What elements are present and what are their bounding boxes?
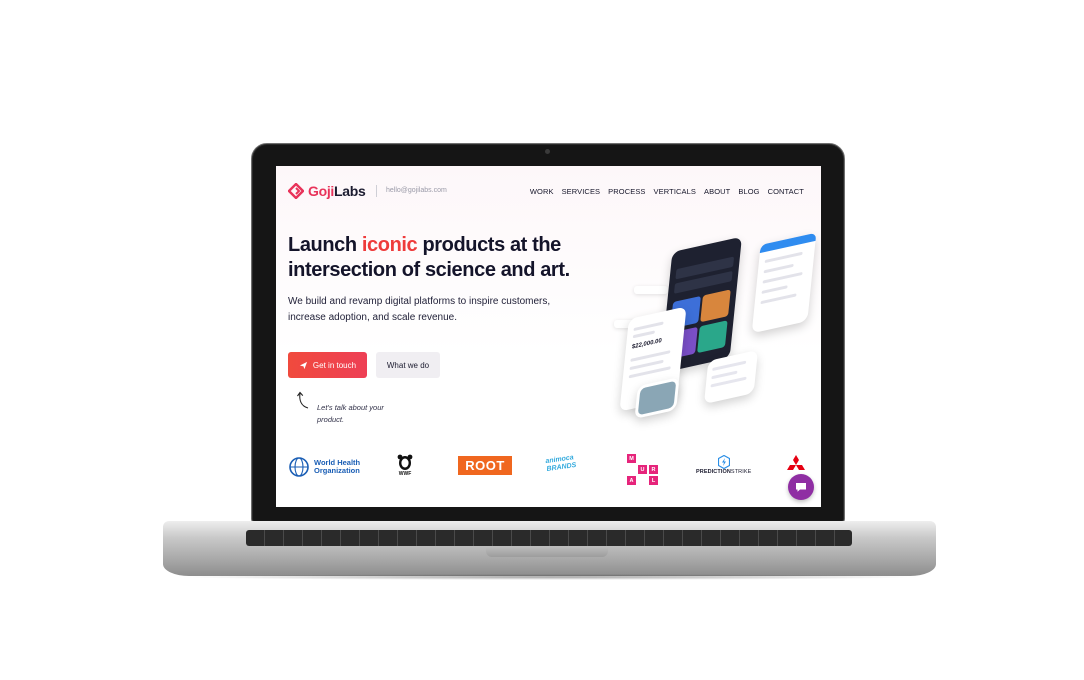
contact-email-link[interactable]: hello@gojilabs.com — [386, 187, 447, 194]
client-logo-root: ROOT — [458, 456, 512, 475]
what-we-do-button[interactable]: What we do — [376, 352, 440, 378]
who-name: World Health Organization — [314, 458, 361, 475]
globe-icon — [289, 457, 309, 477]
nav-about[interactable]: ABOUT — [704, 187, 730, 196]
talk-note: Let's talk about your product. — [317, 403, 384, 424]
nav-work[interactable]: WORK — [530, 187, 554, 196]
laptop-shadow — [175, 574, 925, 580]
webcam — [545, 149, 550, 154]
nav-process[interactable]: PROCESS — [608, 187, 645, 196]
chat-widget-button[interactable] — [788, 474, 814, 500]
mockup-leaderboard-card — [751, 232, 817, 334]
lightning-shield-icon — [717, 455, 730, 469]
hero-title: Launch iconic products at the intersecti… — [288, 234, 570, 281]
brand-logo[interactable]: GojiLabs — [288, 183, 366, 199]
nav-verticals[interactable]: VERTICALS — [654, 187, 696, 196]
header-divider — [376, 185, 377, 197]
mockup-chip — [634, 286, 668, 294]
hero-subtitle: We build and revamp digital platforms to… — [288, 296, 551, 323]
panda-icon — [397, 454, 413, 470]
curved-arrow-icon — [297, 391, 309, 409]
laptop-trackpad — [486, 548, 608, 557]
nav-blog[interactable]: BLOG — [738, 187, 759, 196]
client-logo-animoca: animoca BRANDS — [545, 454, 577, 474]
paper-plane-icon — [299, 361, 308, 369]
client-logo-who: World Health Organization — [288, 456, 360, 478]
laptop-screen: GojiLabs hello@gojilabs.com WORK SERVICE… — [276, 166, 821, 507]
main-nav: WORK SERVICES PROCESS VERTICALS ABOUT BL… — [530, 187, 804, 196]
brand-name: GojiLabs — [308, 183, 366, 199]
client-logo-wwf: WWF — [396, 453, 414, 477]
chat-icon — [796, 483, 806, 492]
get-in-touch-button[interactable]: Get in touch — [288, 352, 367, 378]
mitsubishi-logo-icon — [787, 455, 805, 470]
app-mockup-collage: $22,000.00 — [606, 232, 821, 426]
hero-title-accent: iconic — [361, 234, 418, 256]
get-in-touch-label: Get in touch — [312, 360, 357, 370]
laptop-keyboard — [246, 530, 852, 546]
client-logo-mural: M U R A L — [627, 454, 658, 485]
goji-logo-icon — [288, 183, 304, 199]
nav-contact[interactable]: CONTACT — [768, 187, 804, 196]
mockup-amount: $22,000.00 — [631, 337, 662, 351]
nav-services[interactable]: SERVICES — [562, 187, 601, 196]
client-logo-predictionstrike: PREDICTIONSTRIKE — [696, 455, 751, 475]
